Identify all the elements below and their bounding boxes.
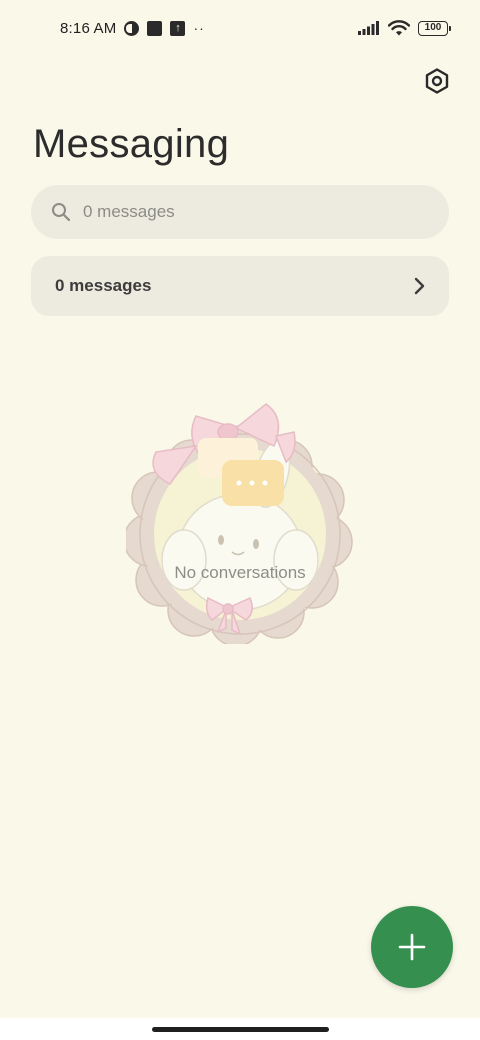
status-right: 100: [358, 20, 451, 36]
search-input[interactable]: [83, 202, 413, 222]
messages-summary-card[interactable]: 0 messages: [31, 256, 449, 316]
empty-state-illustration: [126, 403, 353, 644]
status-left: 8:16 AM ↑ ··: [60, 20, 205, 37]
empty-state-text: No conversations: [174, 563, 306, 582]
app-notification-icon: [147, 20, 163, 36]
navigation-bar: [0, 1018, 480, 1040]
upload-icon: ↑: [170, 20, 186, 36]
new-conversation-button[interactable]: [371, 906, 453, 988]
data-saver-icon: [124, 20, 140, 36]
chevron-right-icon: [414, 277, 425, 295]
status-time: 8:16 AM: [60, 19, 117, 37]
settings-icon: [425, 68, 449, 94]
home-indicator[interactable]: [152, 1027, 329, 1032]
page-title: Messaging: [33, 122, 230, 166]
settings-button[interactable]: [422, 66, 452, 96]
plus-icon: [398, 933, 426, 961]
more-notifications-icon: ··: [193, 20, 205, 36]
status-bar: 8:16 AM ↑ ·· 100: [0, 0, 480, 56]
signal-icon: [358, 21, 379, 35]
search-icon: [52, 203, 71, 222]
messages-summary-label: 0 messages: [55, 276, 152, 295]
wifi-icon: [388, 20, 410, 36]
battery-icon: 100: [418, 20, 451, 36]
search-bar[interactable]: [31, 185, 449, 239]
messaging-screen: 8:16 AM ↑ ·· 100 Messaging 0 messages 0 …: [0, 0, 480, 1040]
